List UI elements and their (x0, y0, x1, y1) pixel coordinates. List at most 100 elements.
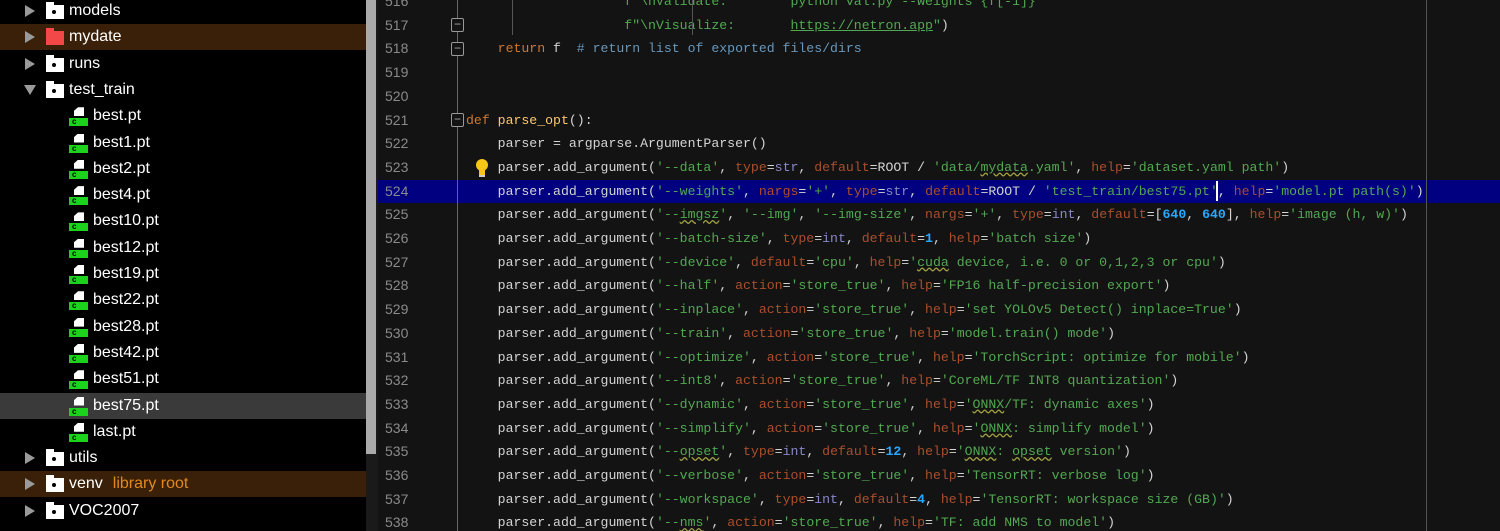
code-line[interactable]: 526 parser.add_argument('--batch-size', … (378, 227, 1500, 251)
tree-item-best19-pt[interactable]: c best19.pt (0, 261, 366, 287)
code-text[interactable]: parser.add_argument('--inplace', action =… (466, 298, 1242, 322)
code-editor[interactable]: 516 f'\nValidate: python val.py --weight… (378, 0, 1500, 531)
code-token: ) (1146, 420, 1155, 436)
code-line[interactable]: 519 (378, 61, 1500, 85)
code-line[interactable]: 530 parser.add_argument('--train', actio… (378, 322, 1500, 346)
code-text[interactable]: parser.add_argument('--device', default=… (466, 251, 1226, 275)
code-token: # return list of exported files/dirs (576, 41, 862, 57)
code-text[interactable]: parser.add_argument('--imgsz', '--img', … (466, 203, 1408, 227)
folder-icon (46, 475, 64, 493)
code-line[interactable]: 528 parser.add_argument('--half', action… (378, 274, 1500, 298)
tree-item-label: utils (69, 449, 98, 467)
chevron-right-icon[interactable] (25, 31, 35, 44)
code-token: = (877, 444, 886, 460)
code-token: int (782, 444, 807, 460)
tree-item-best1-pt[interactable]: c best1.pt (0, 130, 366, 156)
chevron-right-icon[interactable] (25, 5, 35, 17)
tree-item-best4-pt[interactable]: c best4.pt (0, 182, 366, 208)
tree-item-last-pt[interactable]: c last.pt (0, 419, 366, 445)
code-line[interactable]: 533 parser.add_argument('--dynamic', act… (378, 393, 1500, 417)
code-text[interactable]: parser.add_argument('--batch-size', type… (466, 227, 1092, 251)
fold-marker-icon[interactable]: − (451, 18, 464, 32)
code-token: int (1051, 207, 1076, 223)
code-line[interactable]: 538 parser.add_argument('--nms', action=… (378, 511, 1500, 531)
chevron-right-icon[interactable] (25, 478, 35, 491)
lightbulb-icon[interactable] (475, 158, 489, 178)
tree-item-best-pt[interactable]: c best.pt (0, 103, 366, 129)
code-text[interactable]: parser.add_argument('--half', action = 'st… (466, 274, 1171, 298)
code-text[interactable]: parser.add_argument('--simplify', action… (466, 417, 1155, 441)
library-root-tag: library root (112, 475, 189, 493)
chevron-right-icon[interactable] (25, 504, 35, 517)
code-text[interactable]: def parse_opt(): (466, 109, 593, 133)
line-number: 520 (385, 87, 409, 104)
code-text[interactable]: parser.add_argument('--data', type=str, … (466, 156, 1289, 180)
code-token: action (766, 349, 815, 365)
tree-item-best75-pt[interactable]: c best75.pt (0, 392, 366, 419)
tree-item-best42-pt[interactable]: c best42.pt (0, 340, 366, 366)
tree-item-mydate[interactable]: mydate (0, 24, 366, 51)
code-text[interactable]: parser.add_argument('--train', action = 's… (466, 322, 1115, 346)
code-text[interactable]: parser.add_argument('--int8', action = 'st… (466, 369, 1179, 393)
code-token: parser.add_argument( (466, 231, 656, 246)
code-text[interactable]: parser.add_argument('--opset', type=int,… (466, 440, 1131, 464)
code-line[interactable]: 534 parser.add_argument('--simplify', ac… (378, 417, 1500, 441)
tree-item-runs[interactable]: runs (0, 51, 366, 77)
code-text[interactable]: f"\nVisualize: https://netron.app") (466, 14, 949, 38)
code-line[interactable]: 517 f"\nVisualize: https://netron.app") (378, 14, 1500, 38)
code-text[interactable]: f'\nValidate: python val.py --weights {f… (466, 0, 1043, 14)
code-text[interactable]: parser.add_argument('--optimize', action… (466, 346, 1250, 370)
code-line[interactable]: 536 parser.add_argument('--verbose', act… (378, 464, 1500, 488)
line-number: 525 (385, 206, 409, 223)
tree-item-best22-pt[interactable]: c best22.pt (0, 287, 366, 313)
code-text[interactable]: parser.add_argument('--workspace', type =… (466, 488, 1234, 512)
line-number: 522 (385, 135, 409, 152)
chevron-right-icon[interactable] (25, 452, 35, 465)
code-line[interactable]: 522 parser = argparse.ArgumentParser() (378, 132, 1500, 156)
code-line[interactable]: 524 parser.add_argument('--weights', nar… (378, 179, 1500, 204)
code-text[interactable]: parser.add_argument('--weights', nargs='… (466, 180, 1424, 204)
tree-item-utils[interactable]: utils (0, 445, 366, 471)
code-token: parser.add_argument( (466, 373, 656, 389)
sidebar-scrollbar-thumb[interactable] (366, 0, 376, 454)
fold-marker-icon[interactable]: − (451, 42, 464, 56)
code-token: ], (1225, 207, 1250, 223)
code-line[interactable]: 521 def parse_opt(): (378, 109, 1500, 133)
code-line[interactable]: 532 parser.add_argument('--int8', action… (378, 369, 1500, 393)
tree-item-test_train[interactable]: test_train (0, 77, 366, 103)
chevron-right-icon[interactable] (25, 57, 35, 70)
code-text[interactable]: parser.add_argument('--verbose', action =… (466, 464, 1155, 488)
code-line[interactable]: 523 parser.add_argument('--data', type=s… (378, 156, 1500, 180)
tree-item-best2-pt[interactable]: c best2.pt (0, 156, 366, 182)
code-token: = (909, 491, 918, 507)
line-number: 518 (385, 40, 409, 57)
code-text[interactable]: parser = argparse.ArgumentParser() (466, 132, 767, 156)
code-token: parser.add_argument( (466, 325, 656, 341)
code-line[interactable]: 525 parser.add_argument('--imgsz', '--im… (378, 203, 1500, 227)
tree-item-best51-pt[interactable]: c best51.pt (0, 366, 366, 392)
tree-item-best28-pt[interactable]: c best28.pt (0, 314, 366, 340)
code-token: help (909, 325, 941, 341)
code-text[interactable]: parser.add_argument('--nms', action='sto… (466, 511, 1115, 531)
code-text[interactable]: return f # return list of exported files… (466, 37, 862, 61)
code-line[interactable]: 527 parser.add_argument('--device', defa… (378, 251, 1500, 275)
tree-item-models[interactable]: models (0, 0, 366, 24)
tree-item-voc2007[interactable]: VOC2007 (0, 498, 366, 524)
code-line[interactable]: 518 return f # return list of exported f… (378, 37, 1500, 61)
code-token: default (853, 491, 910, 507)
code-token: ONNX (980, 420, 1013, 436)
tree-item-venv[interactable]: venv library root (0, 471, 366, 498)
tree-item-best12-pt[interactable]: c best12.pt (0, 235, 366, 261)
code-line[interactable]: 537 parser.add_argument('--workspace', t… (378, 488, 1500, 512)
folder-icon (46, 501, 64, 519)
code-line[interactable]: 516 f'\nValidate: python val.py --weight… (378, 0, 1500, 14)
code-text[interactable]: parser.add_argument('--dynamic', action =… (466, 393, 1155, 417)
code-token: , (885, 373, 902, 389)
code-line[interactable]: 529 parser.add_argument('--inplace', act… (378, 298, 1500, 322)
code-line[interactable]: 531 parser.add_argument('--optimize', ac… (378, 346, 1500, 370)
code-line[interactable]: 535 parser.add_argument('--opset', type=… (378, 440, 1500, 464)
chevron-down-icon[interactable] (24, 84, 36, 95)
code-line[interactable]: 520 (378, 85, 1500, 109)
fold-marker-icon[interactable]: − (451, 113, 464, 127)
tree-item-best10-pt[interactable]: c best10.pt (0, 208, 366, 234)
